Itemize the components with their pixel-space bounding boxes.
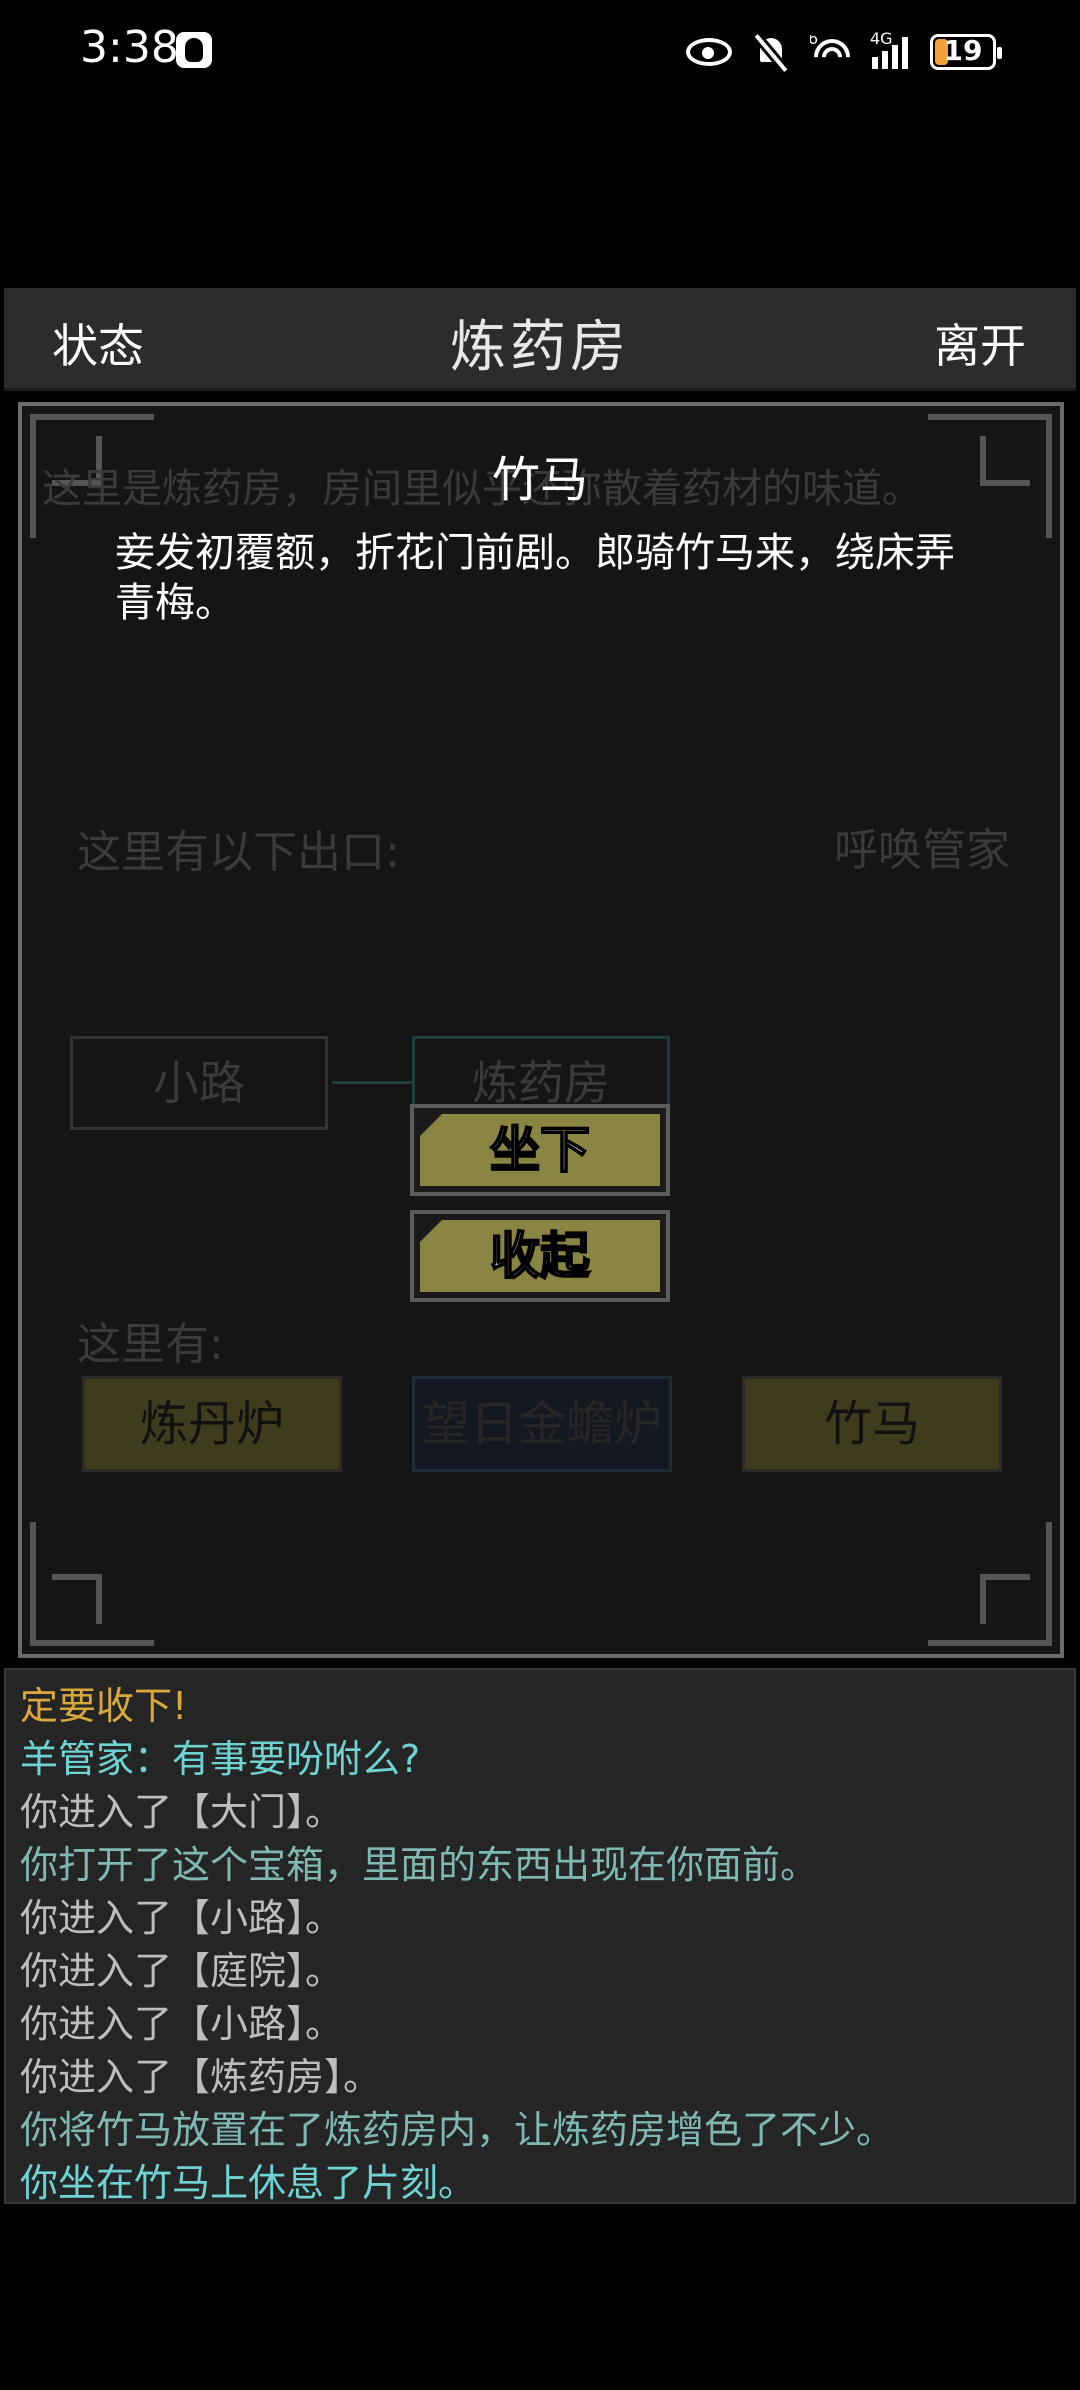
page-title: 炼药房 xyxy=(450,315,630,380)
wifi-label: 6 xyxy=(810,35,819,48)
map-connector xyxy=(332,1081,412,1084)
put-away-button[interactable]: 收起 xyxy=(410,1210,670,1302)
wifi-icon: 6 xyxy=(810,35,850,69)
put-away-label: 收起 xyxy=(489,1226,591,1286)
popup-title: 竹马 xyxy=(491,452,588,508)
item-button-bamboo-horse[interactable]: 竹马 xyxy=(742,1376,1002,1472)
map-room-path[interactable]: 小路 xyxy=(70,1036,328,1130)
battery-level: 19 xyxy=(943,34,983,67)
muted-bell-icon xyxy=(754,34,788,70)
log-line: 你进入了【大门】。 xyxy=(20,1790,344,1834)
log-line: 你将竹马放置在了炼药房内，让炼药房增色了不少。 xyxy=(20,2108,895,2152)
game-header: 状态 炼药房 离开 xyxy=(4,288,1076,391)
popup-description: 妾发初覆额，折花门前剧。郎骑竹马来，绕床弄青梅。 xyxy=(115,530,955,626)
leave-button[interactable]: 离开 xyxy=(934,310,1026,376)
item-button-furnace[interactable]: 炼丹炉 xyxy=(82,1376,342,1472)
eye-icon xyxy=(686,38,732,66)
here-label: 这里有: xyxy=(77,1319,224,1370)
summon-butler-link[interactable]: 呼唤管家 xyxy=(834,814,1010,878)
status-bar: 3:38 6 4G 19 xyxy=(0,0,1080,105)
sit-down-button[interactable]: 坐下 xyxy=(410,1104,670,1196)
log-line: 你坐在竹马上休息了片刻。 xyxy=(20,2161,477,2205)
corner-ornament xyxy=(30,1522,154,1646)
battery-icon: 19 xyxy=(930,34,1002,70)
qq-notification-icon xyxy=(176,32,212,68)
status-time: 3:38 xyxy=(80,22,179,73)
log-line: 你进入了【小路】。 xyxy=(20,1896,344,1940)
item-button-toad-furnace[interactable]: 望日金蟾炉 xyxy=(412,1376,672,1472)
sit-down-label: 坐下 xyxy=(489,1120,591,1180)
corner-ornament xyxy=(928,1522,1052,1646)
exits-label: 这里有以下出口: xyxy=(77,827,400,878)
log-line: 你进入了【庭院】。 xyxy=(20,1949,344,1993)
cellular-signal-icon: 4G xyxy=(870,29,908,69)
network-label: 4G xyxy=(870,29,893,48)
log-line: 定要收下! xyxy=(20,1684,188,1728)
log-line: 你打开了这个宝箱，里面的东西出现在你面前。 xyxy=(20,1843,819,1887)
log-line: 羊管家：有事要吩咐么? xyxy=(20,1737,421,1781)
message-log[interactable]: 定要收下! 羊管家：有事要吩咐么? 你进入了【大门】。 你打开了这个宝箱，里面的… xyxy=(4,1668,1076,2205)
log-line: 你进入了【小路】。 xyxy=(20,2002,344,2046)
status-icons: 6 4G 19 xyxy=(686,28,1002,76)
log-line: 你进入了【炼药房】。 xyxy=(20,2055,382,2099)
